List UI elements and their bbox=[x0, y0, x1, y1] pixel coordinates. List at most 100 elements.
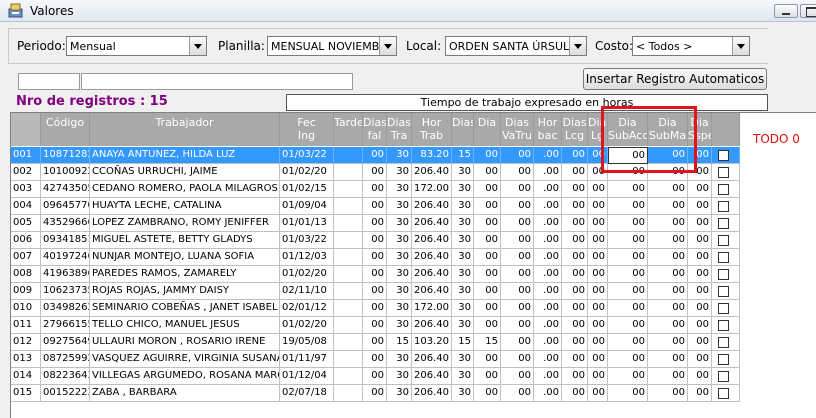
row-checkbox-cell[interactable] bbox=[712, 181, 740, 198]
table-row[interactable]: 005 43529666 LOPEZ ZAMBRANO, ROMY JENIFFER… bbox=[11, 215, 740, 232]
cell-subma[interactable]: 00 bbox=[648, 198, 688, 215]
row-checkbox-cell[interactable] bbox=[712, 266, 740, 283]
cell-sspe[interactable]: 00 bbox=[688, 368, 712, 385]
cell-bac[interactable]: .00 bbox=[534, 181, 562, 198]
cell-sspe[interactable]: 00 bbox=[688, 215, 712, 232]
cell-tra[interactable]: 30 bbox=[387, 385, 412, 402]
cell-tra[interactable]: 30 bbox=[387, 198, 412, 215]
cell-lg[interactable]: 00 bbox=[588, 198, 608, 215]
cell-dia[interactable]: 00 bbox=[474, 368, 501, 385]
row-checkbox[interactable] bbox=[718, 235, 729, 246]
cell-tra[interactable]: 30 bbox=[387, 368, 412, 385]
column-header[interactable]: Código bbox=[41, 113, 90, 146]
row-checkbox-cell[interactable] bbox=[712, 147, 740, 164]
cell-tra[interactable]: 30 bbox=[387, 266, 412, 283]
cell-lcg[interactable]: 00 bbox=[562, 164, 588, 181]
cell-bac[interactable]: .00 bbox=[534, 385, 562, 402]
periodo-select[interactable]: Mensual bbox=[66, 36, 207, 56]
cell-n[interactable]: 010 bbox=[11, 300, 41, 317]
cell-hor[interactable]: 206.40 bbox=[412, 266, 452, 283]
cell-sspe[interactable]: 00 bbox=[688, 334, 712, 351]
cell-fec[interactable]: 01/02/20 bbox=[280, 266, 334, 283]
cell-cod[interactable]: 41963896 bbox=[41, 266, 90, 283]
chevron-down-icon[interactable] bbox=[379, 37, 396, 55]
cell-hor[interactable]: 206.40 bbox=[412, 317, 452, 334]
cell-n[interactable]: 013 bbox=[11, 351, 41, 368]
cell-subacc[interactable]: 00 bbox=[608, 232, 648, 249]
cell-tarde[interactable] bbox=[334, 232, 363, 249]
cell-lg[interactable]: 00 bbox=[588, 266, 608, 283]
cell-nom[interactable]: NUNJAR MONTEJO, LUANA SOFIA bbox=[90, 249, 280, 266]
cell-lg[interactable]: 00 bbox=[588, 317, 608, 334]
cell-dia[interactable]: 00 bbox=[474, 164, 501, 181]
cell-fec[interactable]: 19/05/08 bbox=[280, 334, 334, 351]
cell-subma[interactable]: 00 bbox=[648, 385, 688, 402]
cell-subma[interactable]: 00 bbox=[648, 283, 688, 300]
cell-subma[interactable]: 00 bbox=[648, 266, 688, 283]
cell-nom[interactable]: ULLAURI MORON , ROSARIO IRENE bbox=[90, 334, 280, 351]
cell-cod[interactable]: 10871282 bbox=[41, 147, 90, 164]
cell-bac[interactable]: .00 bbox=[534, 164, 562, 181]
cell-vatru[interactable]: 00 bbox=[501, 317, 534, 334]
cell-tra[interactable]: 30 bbox=[387, 215, 412, 232]
cell-lcg[interactable]: 00 bbox=[562, 300, 588, 317]
costo-select[interactable]: < Todos > bbox=[632, 36, 750, 56]
cell-vatru[interactable]: 00 bbox=[501, 351, 534, 368]
cell-d1[interactable]: 30 bbox=[452, 283, 474, 300]
cell-n[interactable]: 008 bbox=[11, 266, 41, 283]
row-checkbox-cell[interactable] bbox=[712, 198, 740, 215]
cell-d1[interactable]: 30 bbox=[452, 232, 474, 249]
cell-tarde[interactable] bbox=[334, 334, 363, 351]
cell-tarde[interactable] bbox=[334, 317, 363, 334]
cell-vatru[interactable]: 00 bbox=[501, 215, 534, 232]
cell-tra[interactable]: 30 bbox=[387, 351, 412, 368]
cell-bac[interactable]: .00 bbox=[534, 368, 562, 385]
cell-bac[interactable]: .00 bbox=[534, 334, 562, 351]
row-checkbox-cell[interactable] bbox=[712, 385, 740, 402]
cell-subma[interactable]: 00 bbox=[648, 181, 688, 198]
row-checkbox[interactable] bbox=[718, 337, 729, 348]
column-header[interactable]: Dia bbox=[474, 113, 501, 146]
row-checkbox-cell[interactable] bbox=[712, 232, 740, 249]
cell-nom[interactable]: VASQUEZ AGUIRRE, VIRGINIA SUSANA bbox=[90, 351, 280, 368]
cell-fec[interactable]: 01/03/22 bbox=[280, 147, 334, 164]
cell-n[interactable]: 012 bbox=[11, 334, 41, 351]
cell-nom[interactable]: ROJAS ROJAS, JAMMY DAISY bbox=[90, 283, 280, 300]
cell-vatru[interactable]: 00 bbox=[501, 198, 534, 215]
cell-dia[interactable]: 00 bbox=[474, 232, 501, 249]
cell-hor[interactable]: 103.20 bbox=[412, 334, 452, 351]
cell-dia[interactable]: 00 bbox=[474, 317, 501, 334]
cell-hor[interactable]: 172.00 bbox=[412, 300, 452, 317]
cell-fal[interactable]: 00 bbox=[363, 385, 387, 402]
cell-fec[interactable]: 02/07/18 bbox=[280, 385, 334, 402]
cell-subacc[interactable]: 00 bbox=[608, 317, 648, 334]
cell-fal[interactable]: 00 bbox=[363, 215, 387, 232]
cell-fal[interactable]: 00 bbox=[363, 249, 387, 266]
cell-cod[interactable]: 43529666 bbox=[41, 215, 90, 232]
cell-nom[interactable]: LOPEZ ZAMBRANO, ROMY JENIFFER bbox=[90, 215, 280, 232]
cell-cod[interactable]: 03498262 bbox=[41, 300, 90, 317]
row-checkbox[interactable] bbox=[718, 252, 729, 263]
row-checkbox[interactable] bbox=[718, 303, 729, 314]
cell-d1[interactable]: 30 bbox=[452, 249, 474, 266]
cell-fal[interactable]: 00 bbox=[363, 198, 387, 215]
cell-subacc[interactable]: 00 bbox=[608, 334, 648, 351]
column-header[interactable]: Dias bbox=[452, 113, 474, 146]
cell-tarde[interactable] bbox=[334, 215, 363, 232]
cell-lcg[interactable]: 00 bbox=[562, 351, 588, 368]
cell-vatru[interactable]: 00 bbox=[501, 334, 534, 351]
cell-tra[interactable]: 30 bbox=[387, 164, 412, 181]
cell-lg[interactable]: 00 bbox=[588, 249, 608, 266]
cell-fal[interactable]: 00 bbox=[363, 283, 387, 300]
cell-d1[interactable]: 30 bbox=[452, 181, 474, 198]
cell-nom[interactable]: HUAYTA LECHE, CATALINA bbox=[90, 198, 280, 215]
cell-vatru[interactable]: 00 bbox=[501, 249, 534, 266]
row-checkbox-cell[interactable] bbox=[712, 215, 740, 232]
cell-tra[interactable]: 30 bbox=[387, 300, 412, 317]
table-row[interactable]: 012 09275649 ULLAURI MORON , ROSARIO IRENE… bbox=[11, 334, 740, 351]
cell-cod[interactable]: 08223643 bbox=[41, 368, 90, 385]
column-header[interactable] bbox=[712, 113, 740, 146]
column-header[interactable]: Dias Lcg bbox=[562, 113, 588, 146]
minimize-button[interactable] bbox=[774, 4, 798, 18]
cell-dia[interactable]: 00 bbox=[474, 351, 501, 368]
